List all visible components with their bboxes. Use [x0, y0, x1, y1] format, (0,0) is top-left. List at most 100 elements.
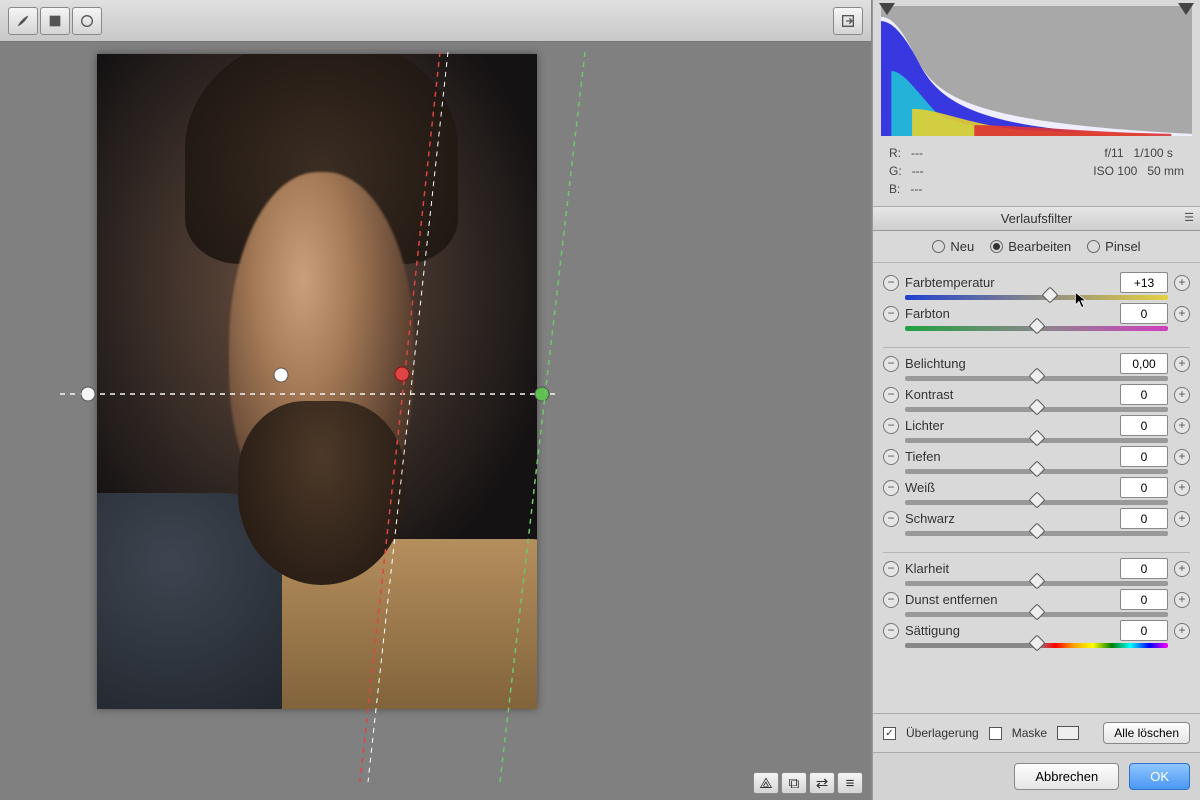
mask-checkbox[interactable] [989, 727, 1002, 740]
dehaze-track[interactable] [905, 612, 1168, 617]
panel-menu-icon[interactable]: ☰ [1184, 211, 1194, 224]
temp-plus-button[interactable]: + [1174, 275, 1190, 291]
slider-temp: −Farbtemperatur+ [883, 273, 1190, 304]
slider-shadows: −Tiefen+ [883, 447, 1190, 478]
saturation-thumb[interactable] [1028, 635, 1045, 652]
shadows-minus-button[interactable]: − [883, 449, 899, 465]
slider-tint: −Farbton + [883, 304, 1190, 335]
dehaze-thumb[interactable] [1028, 604, 1045, 621]
brush-tool-button[interactable] [8, 7, 38, 35]
whites-value-input[interactable] [1120, 477, 1168, 498]
slider-clarity: −Klarheit+ [883, 559, 1190, 590]
mode-neu[interactable]: Neu [932, 239, 974, 254]
tint-minus-button[interactable]: − [883, 306, 899, 322]
exposure-plus-button[interactable]: + [1174, 356, 1190, 372]
highlight-clip-icon[interactable] [1178, 3, 1194, 15]
clarity-value-input[interactable] [1120, 558, 1168, 579]
clarity-plus-button[interactable]: + [1174, 561, 1190, 577]
tint-label: Farbton [905, 306, 950, 321]
contrast-track[interactable] [905, 407, 1168, 412]
clear-all-button[interactable]: Alle löschen [1103, 722, 1190, 744]
mask-label: Maske [1012, 726, 1047, 740]
slider-whites: −Weiß+ [883, 478, 1190, 509]
sliders-region: −Farbtemperatur+−Farbton+−Belichtung+−Ko… [873, 263, 1200, 713]
exposure-value-input[interactable] [1120, 353, 1168, 374]
blacks-track[interactable] [905, 531, 1168, 536]
before-after-button[interactable]: ⧉ [781, 772, 807, 794]
r-value: --- [911, 146, 923, 160]
temp-track[interactable] [905, 295, 1168, 300]
panel-footer-options: ✓ Überlagerung Maske Alle löschen [873, 713, 1200, 752]
shadows-track[interactable] [905, 469, 1168, 474]
saturation-track[interactable] [905, 643, 1168, 648]
contrast-plus-button[interactable]: + [1174, 387, 1190, 403]
export-button[interactable] [833, 7, 863, 35]
contrast-thumb[interactable] [1028, 399, 1045, 416]
mode-selector: Neu Bearbeiten Pinsel [873, 231, 1200, 263]
saturation-value-input[interactable] [1120, 620, 1168, 641]
adjustments-panel: R: --- G: --- B: --- f/11 1/100 s ISO 10… [872, 0, 1200, 800]
mode-pinsel[interactable]: Pinsel [1087, 239, 1140, 254]
clarity-track[interactable] [905, 581, 1168, 586]
mode-bearbeiten[interactable]: Bearbeiten [990, 239, 1071, 254]
mask-color-swatch[interactable] [1057, 726, 1079, 740]
highlights-plus-button[interactable]: + [1174, 418, 1190, 434]
slider-contrast: −Kontrast+ [883, 385, 1190, 416]
slider-highlights: −Lichter+ [883, 416, 1190, 447]
tint-plus-button[interactable]: + [1174, 306, 1190, 322]
highlights-track[interactable] [905, 438, 1168, 443]
saturation-minus-button[interactable]: − [883, 623, 899, 639]
highlights-minus-button[interactable]: − [883, 418, 899, 434]
iso: ISO 100 [1093, 164, 1137, 178]
dehaze-minus-button[interactable]: − [883, 592, 899, 608]
highlights-value-input[interactable] [1120, 415, 1168, 436]
shadows-thumb[interactable] [1028, 461, 1045, 478]
dehaze-label: Dunst entfernen [905, 592, 998, 607]
contrast-minus-button[interactable]: − [883, 387, 899, 403]
blacks-minus-button[interactable]: − [883, 511, 899, 527]
whites-thumb[interactable] [1028, 492, 1045, 509]
saturation-label: Sättigung [905, 623, 960, 638]
histogram[interactable] [873, 0, 1200, 140]
panel-title-text: Verlaufsfilter [1001, 211, 1073, 226]
tint-value-input[interactable] [1120, 303, 1168, 324]
shadows-plus-button[interactable]: + [1174, 449, 1190, 465]
tint-thumb[interactable] [1028, 318, 1045, 335]
exif-readout: R: --- G: --- B: --- f/11 1/100 s ISO 10… [873, 140, 1200, 206]
tint-track[interactable] [905, 326, 1168, 331]
gradient-tool-button[interactable] [40, 7, 70, 35]
exposure-minus-button[interactable]: − [883, 356, 899, 372]
b-label: B: [889, 182, 900, 196]
exposure-thumb[interactable] [1028, 368, 1045, 385]
dehaze-value-input[interactable] [1120, 589, 1168, 610]
blacks-plus-button[interactable]: + [1174, 511, 1190, 527]
canvas[interactable]: ⟁ ⧉ ⇄ ≡ [0, 42, 871, 800]
whites-track[interactable] [905, 500, 1168, 505]
exposure-track[interactable] [905, 376, 1168, 381]
whites-minus-button[interactable]: − [883, 480, 899, 496]
temp-value-input[interactable] [1120, 272, 1168, 293]
saturation-plus-button[interactable]: + [1174, 623, 1190, 639]
mode-label: Bearbeiten [1008, 239, 1071, 254]
g-value: --- [912, 164, 924, 178]
dehaze-plus-button[interactable]: + [1174, 592, 1190, 608]
temp-minus-button[interactable]: − [883, 275, 899, 291]
temp-thumb[interactable] [1041, 287, 1058, 304]
swap-button[interactable]: ⇄ [809, 772, 835, 794]
cancel-button[interactable]: Abbrechen [1014, 763, 1119, 790]
shutter: 1/100 s [1134, 146, 1173, 160]
radial-tool-button[interactable] [72, 7, 102, 35]
blacks-value-input[interactable] [1120, 508, 1168, 529]
settings-button[interactable]: ≡ [837, 772, 863, 794]
whites-plus-button[interactable]: + [1174, 480, 1190, 496]
overlay-checkbox[interactable]: ✓ [883, 727, 896, 740]
shadows-value-input[interactable] [1120, 446, 1168, 467]
compare-button[interactable]: ⟁ [753, 772, 779, 794]
blacks-thumb[interactable] [1028, 523, 1045, 540]
ok-button[interactable]: OK [1129, 763, 1190, 790]
contrast-value-input[interactable] [1120, 384, 1168, 405]
clarity-minus-button[interactable]: − [883, 561, 899, 577]
clarity-thumb[interactable] [1028, 573, 1045, 590]
highlights-thumb[interactable] [1028, 430, 1045, 447]
shadow-clip-icon[interactable] [879, 3, 895, 15]
